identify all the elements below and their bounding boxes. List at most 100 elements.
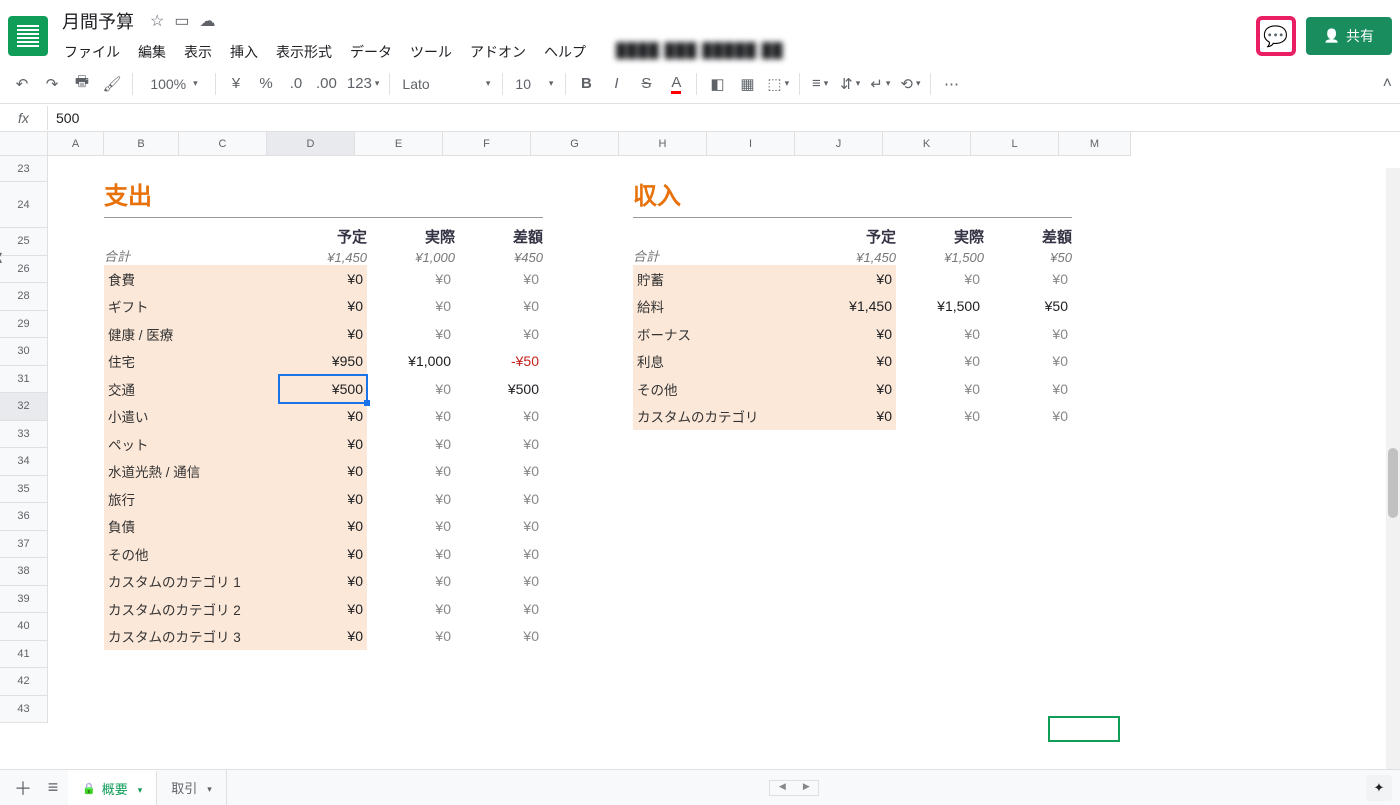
cell[interactable]: ¥0: [808, 375, 896, 403]
table-row[interactable]: カスタムのカテゴリ 3¥0¥0¥0: [104, 623, 543, 651]
cell[interactable]: ¥50: [984, 298, 1072, 314]
cell[interactable]: ¥0: [455, 573, 543, 589]
column-header-L[interactable]: L: [971, 132, 1059, 155]
cell[interactable]: ¥0: [808, 320, 896, 348]
cell[interactable]: ¥0: [455, 408, 543, 424]
menu-help[interactable]: ヘルプ: [536, 38, 594, 66]
cell[interactable]: ¥0: [896, 271, 984, 287]
zoom-select[interactable]: 100%: [139, 70, 209, 98]
table-row[interactable]: 旅行¥0¥0¥0: [104, 485, 543, 513]
cell[interactable]: ¥0: [279, 623, 367, 651]
formula-input[interactable]: 500: [48, 110, 1400, 126]
cell[interactable]: ¥0: [367, 573, 455, 589]
cell[interactable]: ¥0: [279, 293, 367, 321]
table-row[interactable]: 食費¥0¥0¥0: [104, 265, 543, 293]
cell[interactable]: ¥0: [279, 265, 367, 293]
row-header-24[interactable]: 24: [0, 182, 47, 228]
column-header-E[interactable]: E: [355, 132, 443, 155]
row-headers[interactable]: 2324252628293031323334353637383940414243: [0, 156, 48, 723]
increase-decimal-button[interactable]: .00: [312, 70, 341, 98]
undo-button[interactable]: ↶: [8, 70, 36, 98]
column-header-I[interactable]: I: [707, 132, 795, 155]
cell[interactable]: ¥0: [367, 518, 455, 534]
sheet-tab-menu-icon[interactable]: [134, 781, 143, 796]
cell[interactable]: ¥0: [455, 326, 543, 342]
cell[interactable]: ¥0: [367, 491, 455, 507]
table-row[interactable]: ボーナス¥0¥0¥0: [633, 320, 1072, 348]
table-row[interactable]: ペット¥0¥0¥0: [104, 430, 543, 458]
row-header-38[interactable]: 38: [0, 558, 47, 586]
row-header-32[interactable]: 32: [0, 393, 47, 421]
cell[interactable]: ¥0: [367, 463, 455, 479]
row-header-35[interactable]: 35: [0, 476, 47, 504]
cell[interactable]: ¥0: [367, 628, 455, 644]
row-header-26[interactable]: 26: [0, 256, 47, 284]
cell[interactable]: ¥0: [455, 518, 543, 534]
table-row[interactable]: 小遣い¥0¥0¥0: [104, 403, 543, 431]
cell[interactable]: ¥0: [455, 271, 543, 287]
sheet-tab-other[interactable]: 取引: [157, 770, 227, 805]
borders-button[interactable]: ▦: [733, 70, 761, 98]
cell[interactable]: ¥0: [367, 601, 455, 617]
cloud-status-icon[interactable]: ☁: [199, 11, 215, 31]
column-header-H[interactable]: H: [619, 132, 707, 155]
cell[interactable]: ¥500: [279, 375, 367, 403]
row-header-43[interactable]: 43: [0, 696, 47, 724]
cell[interactable]: ¥1,500: [896, 298, 984, 314]
text-color-button[interactable]: A: [662, 70, 690, 98]
cell[interactable]: ¥0: [279, 568, 367, 596]
row-header-33[interactable]: 33: [0, 421, 47, 449]
print-button[interactable]: 🖶: [68, 70, 96, 98]
cell[interactable]: ¥0: [279, 513, 367, 541]
sheets-logo-icon[interactable]: [8, 16, 48, 56]
merge-cells-button[interactable]: ⬚: [763, 70, 793, 98]
font-select[interactable]: Lato: [396, 70, 496, 98]
cell[interactable]: ¥500: [455, 381, 543, 397]
cell[interactable]: ¥0: [367, 298, 455, 314]
select-all-corner[interactable]: [0, 132, 48, 156]
currency-button[interactable]: ¥: [222, 70, 250, 98]
cell[interactable]: ¥0: [455, 491, 543, 507]
decrease-decimal-button[interactable]: .0: [282, 70, 310, 98]
row-header-25[interactable]: 25: [0, 228, 47, 256]
cell[interactable]: ¥0: [984, 326, 1072, 342]
cell[interactable]: ¥0: [279, 403, 367, 431]
cell[interactable]: ¥0: [455, 436, 543, 452]
column-headers[interactable]: ABCDEFGHIJKLM: [48, 132, 1131, 156]
cell[interactable]: ¥0: [896, 408, 984, 424]
cell[interactable]: ¥0: [455, 628, 543, 644]
italic-button[interactable]: I: [602, 70, 630, 98]
menu-addons[interactable]: アドオン: [462, 38, 534, 66]
cell[interactable]: ¥0: [455, 298, 543, 314]
cell[interactable]: ¥0: [896, 353, 984, 369]
cell[interactable]: ¥0: [367, 408, 455, 424]
cell[interactable]: ¥0: [367, 381, 455, 397]
strikethrough-button[interactable]: S: [632, 70, 660, 98]
cell[interactable]: ¥0: [896, 326, 984, 342]
column-header-F[interactable]: F: [443, 132, 531, 155]
v-align-button[interactable]: ⇵: [836, 70, 864, 98]
table-row[interactable]: 貯蓄¥0¥0¥0: [633, 265, 1072, 293]
move-icon[interactable]: ▭: [174, 11, 189, 31]
cell[interactable]: ¥0: [279, 595, 367, 623]
collapse-toolbar-button[interactable]: ˄: [1383, 75, 1392, 93]
menu-file[interactable]: ファイル: [56, 38, 128, 66]
cell[interactable]: ¥0: [455, 463, 543, 479]
menu-tools[interactable]: ツール: [402, 38, 460, 66]
column-header-G[interactable]: G: [531, 132, 619, 155]
column-header-D[interactable]: D: [267, 132, 355, 155]
table-row[interactable]: 負債¥0¥0¥0: [104, 513, 543, 541]
table-row[interactable]: その他¥0¥0¥0: [633, 375, 1072, 403]
row-header-28[interactable]: 28: [0, 283, 47, 311]
table-row[interactable]: 健康 / 医療¥0¥0¥0: [104, 320, 543, 348]
all-sheets-button[interactable]: ≡: [38, 773, 68, 803]
cell[interactable]: ¥1,450: [808, 293, 896, 321]
add-sheet-button[interactable]: ＋: [8, 773, 38, 803]
percent-button[interactable]: %: [252, 70, 280, 98]
comments-button[interactable]: 💬: [1256, 16, 1296, 56]
text-rotate-button[interactable]: ⟲: [896, 70, 924, 98]
cell[interactable]: ¥950: [279, 348, 367, 376]
column-header-C[interactable]: C: [179, 132, 267, 155]
menu-edit[interactable]: 編集: [130, 38, 174, 66]
cell[interactable]: ¥0: [455, 601, 543, 617]
